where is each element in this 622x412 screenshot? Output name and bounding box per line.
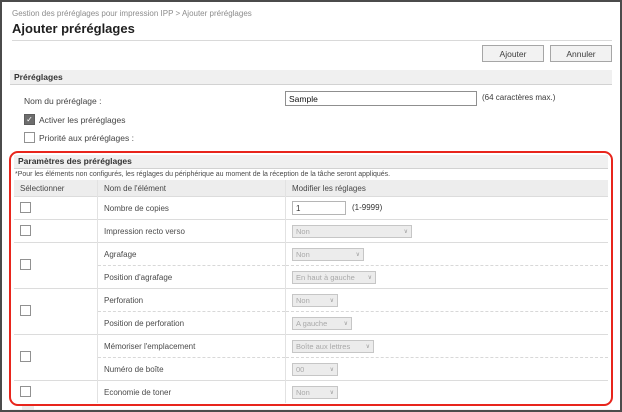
preset-name-label: Nom du préréglage : — [24, 96, 102, 106]
chevron-down-icon: ∨ — [356, 251, 360, 258]
item-select[interactable]: Boîte aux lettres ∨ — [292, 340, 374, 353]
item-control-cell: Non ∨ — [286, 220, 609, 243]
preset-name-row: Nom du préréglage : (64 caractères max.) — [24, 91, 612, 107]
item-control-cell: Non ∨ — [286, 381, 609, 404]
item-control-cell: A gauche ∨ — [286, 312, 609, 335]
range-hint: (1-9999) — [352, 203, 382, 212]
select-value: Non — [296, 250, 310, 259]
enable-presets-label: Activer les préréglages — [39, 115, 125, 125]
item-select[interactable]: Non ∨ — [292, 386, 338, 399]
preset-name-input[interactable] — [285, 91, 477, 106]
table-row: Nombre de copies (1-9999) — [14, 197, 608, 220]
select-value: A gauche — [296, 319, 327, 328]
chevron-down-icon: ∨ — [330, 297, 334, 304]
table-row: Position de perforation A gauche ∨ — [14, 312, 608, 335]
table-row: Mémoriser l'emplacement Boîte aux lettres… — [14, 335, 608, 358]
check-icon: ✓ — [26, 116, 33, 124]
row-select-checkbox[interactable] — [20, 202, 31, 213]
enable-presets-checkbox[interactable]: ✓ — [24, 114, 35, 125]
select-value: Non — [296, 388, 310, 397]
row-select-checkbox[interactable] — [20, 351, 31, 362]
item-name: Nombre de copies — [98, 197, 286, 220]
select-value: Non — [296, 227, 310, 236]
cancel-button[interactable]: Annuler — [550, 45, 612, 62]
copies-input[interactable] — [292, 201, 346, 215]
select-value: 00 — [296, 365, 304, 374]
table-row: Numéro de boîte 00 ∨ — [14, 358, 608, 381]
item-name: Impression recto verso — [98, 220, 286, 243]
row-select-cell — [14, 289, 98, 335]
row-select-checkbox[interactable] — [20, 225, 31, 236]
priority-presets-checkbox[interactable]: ✓ — [24, 132, 35, 143]
chevron-down-icon: ∨ — [344, 320, 348, 327]
item-control-cell: Non ∨ — [286, 289, 609, 312]
settings-table: Sélectionner Nom de l'élément Modifier l… — [14, 180, 608, 403]
chevron-down-icon: ∨ — [368, 274, 372, 281]
chevron-down-icon: ∨ — [330, 389, 334, 396]
row-select-checkbox[interactable] — [20, 305, 31, 316]
item-name: Mémoriser l'emplacement — [98, 335, 286, 358]
page-title: Ajouter préréglages — [12, 21, 612, 41]
item-select[interactable]: A gauche ∨ — [292, 317, 352, 330]
column-item-name: Nom de l'élément — [98, 180, 286, 197]
row-select-cell — [14, 335, 98, 381]
app-window: Gestion des préréglages pour impression … — [0, 0, 622, 412]
item-select[interactable]: Non ∨ — [292, 248, 364, 261]
chevron-down-icon: ∨ — [366, 343, 370, 350]
item-control-cell: Non ∨ — [286, 243, 609, 266]
presets-section-header: Préréglages — [10, 70, 612, 85]
item-control-cell: En haut à gauche ∨ — [286, 266, 609, 289]
item-control-cell: (1-9999) — [286, 197, 609, 220]
preset-name-hint: (64 caractères max.) — [482, 93, 555, 102]
item-select[interactable]: En haut à gauche ∨ — [292, 271, 376, 284]
row-select-cell — [14, 381, 98, 404]
settings-section-highlight: Paramètres des préréglages *Pour les élé… — [9, 151, 613, 406]
table-row: Position d'agrafage En haut à gauche ∨ — [14, 266, 608, 289]
item-name: Numéro de boîte — [98, 358, 286, 381]
item-control-cell: Boîte aux lettres ∨ — [286, 335, 609, 358]
priority-presets-label: Priorité aux préréglages : — [39, 133, 134, 143]
column-select: Sélectionner — [14, 180, 98, 197]
item-select[interactable]: Non ∨ — [292, 225, 412, 238]
row-select-cell — [14, 243, 98, 289]
row-select-checkbox[interactable] — [20, 386, 31, 397]
table-row: Impression recto verso Non ∨ — [14, 220, 608, 243]
breadcrumb[interactable]: Gestion des préréglages pour impression … — [12, 9, 612, 18]
enable-presets-row: ✓ Activer les préréglages — [24, 114, 612, 125]
table-row: Perforation Non ∨ — [14, 289, 608, 312]
row-select-checkbox[interactable] — [20, 259, 31, 270]
select-value: En haut à gauche — [296, 273, 355, 282]
action-buttons: Ajouter Annuler — [2, 45, 612, 62]
settings-note: *Pour les éléments non configurés, les r… — [15, 171, 609, 178]
item-name: Position de perforation — [98, 312, 286, 335]
item-select[interactable]: 00 ∨ — [292, 363, 338, 376]
select-value: Non — [296, 296, 310, 305]
column-modify-settings: Modifier les réglages — [286, 180, 609, 197]
priority-presets-row: ✓ Priorité aux préréglages : — [24, 132, 612, 143]
table-row: Economie de toner Non ∨ — [14, 381, 608, 404]
chevron-down-icon: ∨ — [330, 366, 334, 373]
table-header-row: Sélectionner Nom de l'élément Modifier l… — [14, 180, 608, 197]
settings-section-header: Paramètres des préréglages — [14, 155, 608, 169]
item-name: Perforation — [98, 289, 286, 312]
row-select-cell — [14, 220, 98, 243]
select-value: Boîte aux lettres — [296, 342, 350, 351]
item-name: Position d'agrafage — [98, 266, 286, 289]
chevron-down-icon: ∨ — [404, 228, 408, 235]
item-name: Agrafage — [98, 243, 286, 266]
table-row: Agrafage Non ∨ — [14, 243, 608, 266]
add-button[interactable]: Ajouter — [482, 45, 544, 62]
row-select-cell — [14, 197, 98, 220]
item-name: Economie de toner — [98, 381, 286, 404]
item-control-cell: 00 ∨ — [286, 358, 609, 381]
item-select[interactable]: Non ∨ — [292, 294, 338, 307]
